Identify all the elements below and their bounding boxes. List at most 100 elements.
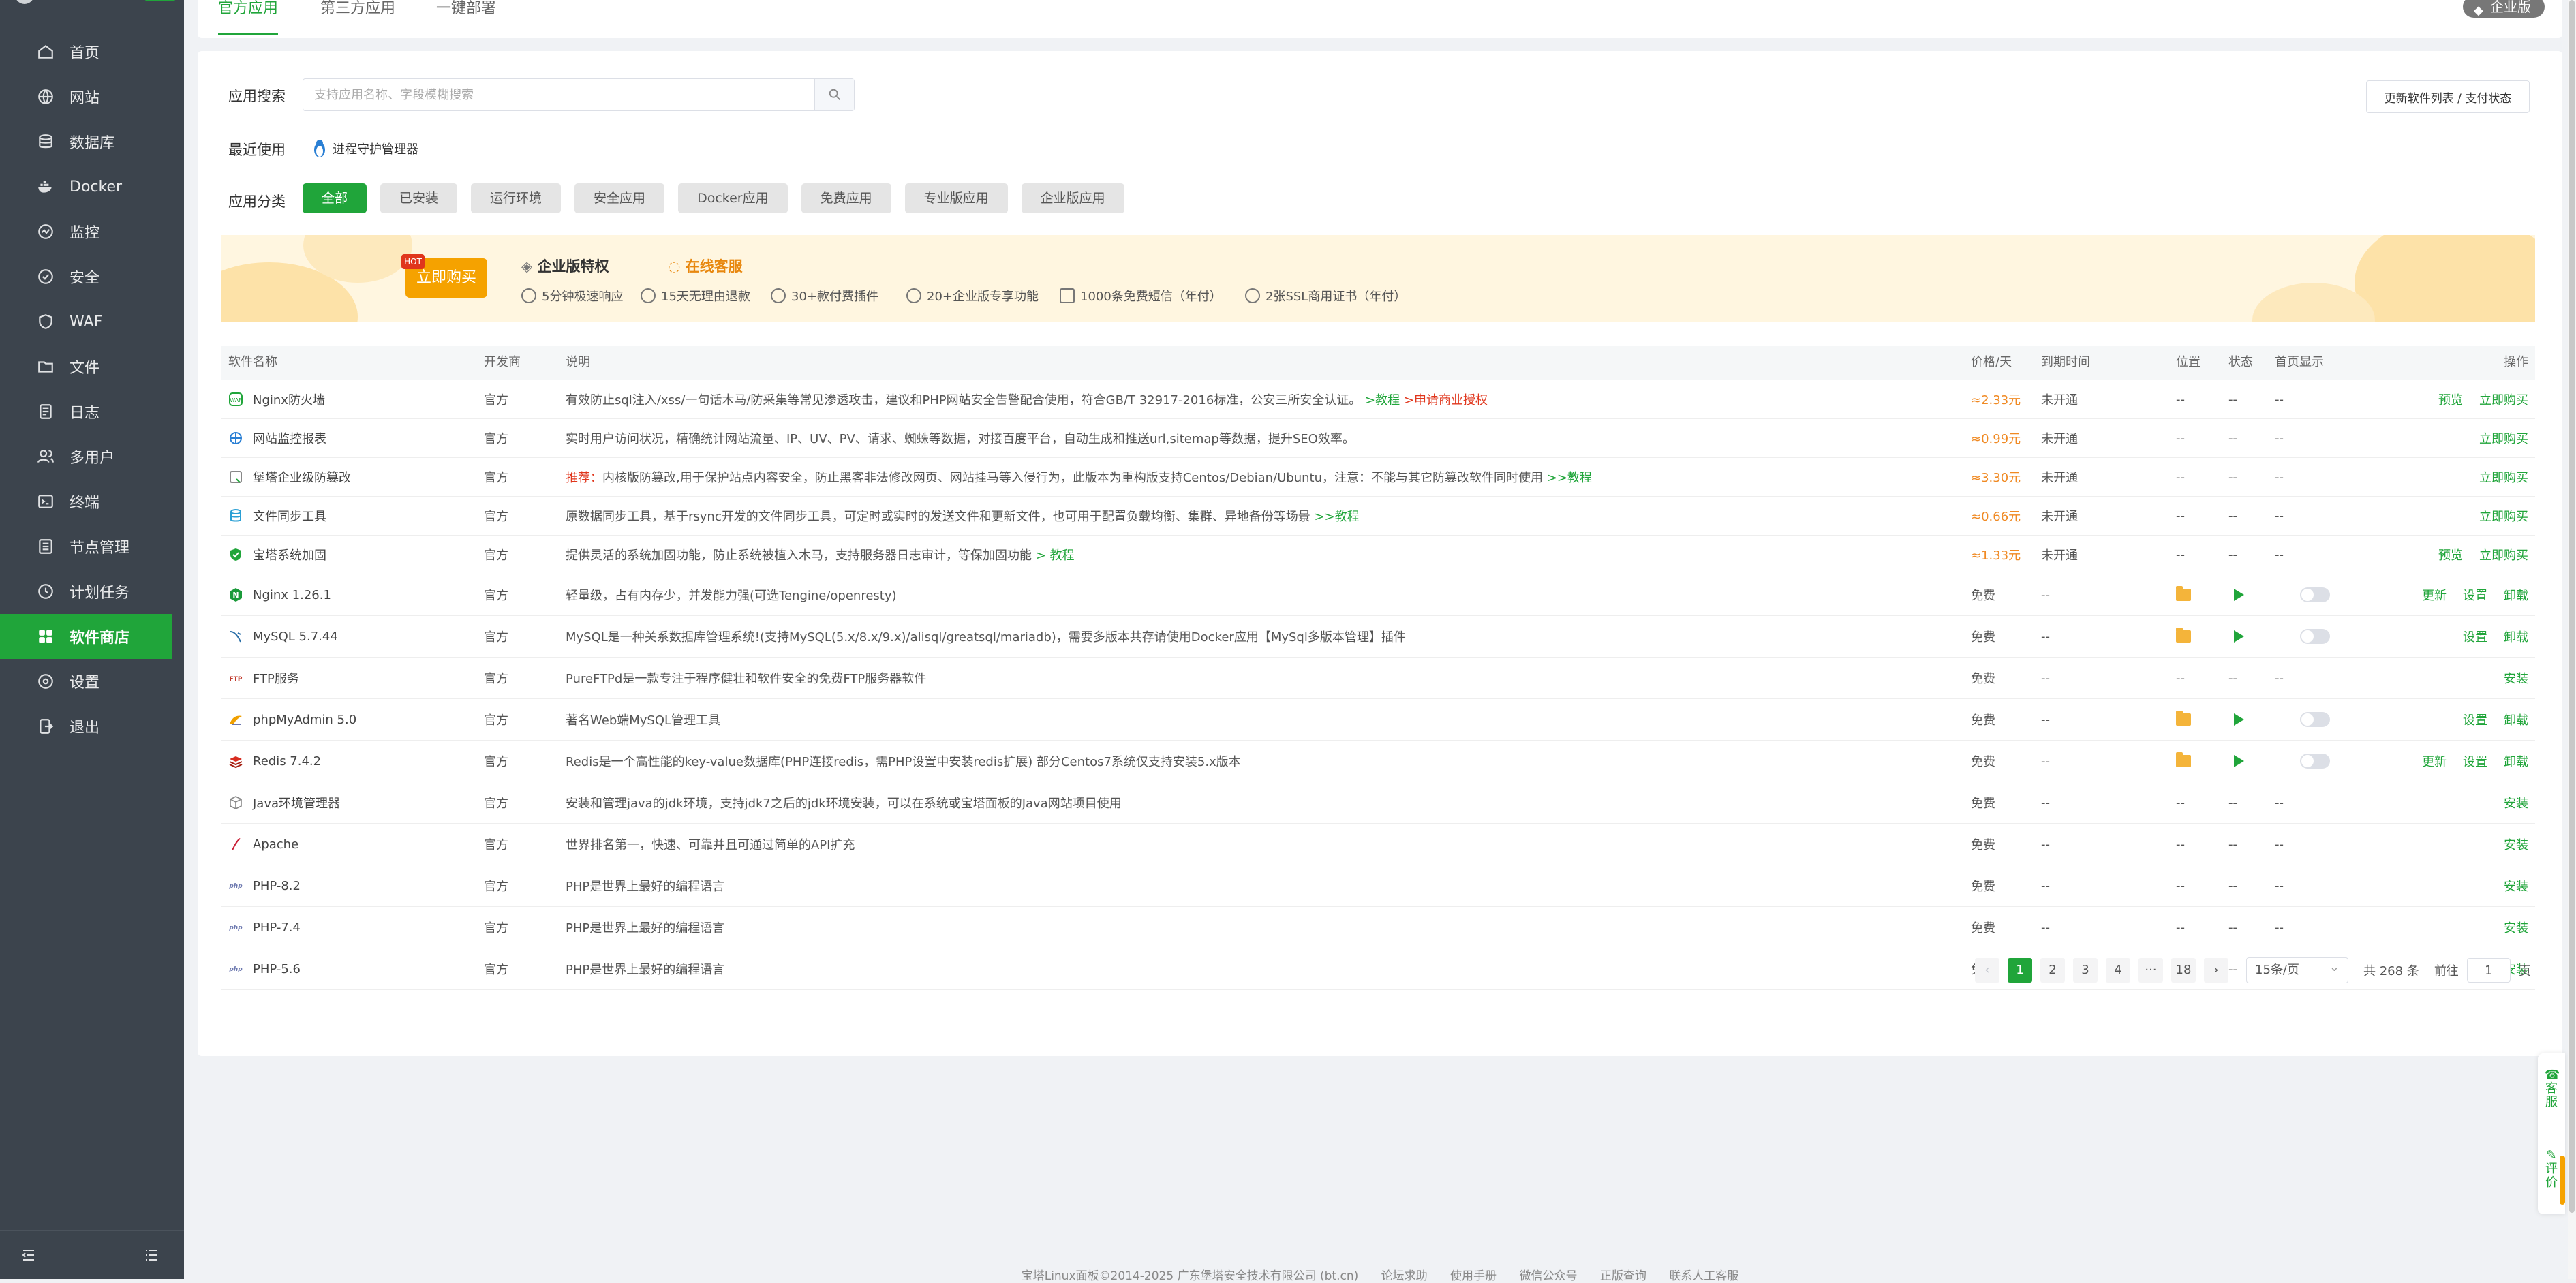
sidebar-item-docker[interactable]: Docker bbox=[0, 164, 184, 209]
sidebar-item-database[interactable]: 数据库 bbox=[0, 119, 184, 164]
page-button[interactable]: 1 bbox=[2008, 958, 2032, 983]
update-software-list-button[interactable]: 更新软件列表 / 支付状态 bbox=[2366, 80, 2530, 113]
collapse-menu-icon[interactable] bbox=[20, 1247, 37, 1263]
customer-service-button[interactable]: ☎ 客服 bbox=[2545, 1068, 2560, 1109]
install-button[interactable]: 安装 bbox=[2504, 877, 2528, 895]
page-scrollbar[interactable] bbox=[2568, 0, 2576, 1279]
settings-button[interactable]: 设置 bbox=[2463, 711, 2487, 728]
app-name[interactable]: php PHP-7.4 bbox=[228, 907, 301, 948]
tutorial-link[interactable]: > 教程 bbox=[1036, 546, 1075, 563]
buy-button[interactable]: 立即购买 bbox=[2479, 468, 2528, 486]
category-all[interactable]: 全部 bbox=[303, 183, 367, 213]
running-status[interactable] bbox=[2234, 699, 2244, 740]
app-name[interactable]: WAF Nginx防火墙 bbox=[228, 380, 325, 418]
sidebar-item-terminal[interactable]: 终端 bbox=[0, 479, 184, 524]
online-service-link[interactable]: ◌ 在线客服 bbox=[668, 256, 743, 276]
running-status[interactable] bbox=[2234, 616, 2244, 657]
update-button[interactable]: 更新 bbox=[2422, 752, 2447, 770]
recent-app-item[interactable]: 进程守护管理器 bbox=[312, 138, 418, 159]
app-name[interactable]: 网站监控报表 bbox=[228, 419, 326, 457]
tab-one-click-deploy[interactable]: 一键部署 bbox=[436, 0, 496, 18]
page-button[interactable]: 3 bbox=[2073, 958, 2098, 983]
uninstall-button[interactable]: 卸载 bbox=[2504, 752, 2528, 770]
sidebar-item-nodes[interactable]: 节点管理 bbox=[0, 524, 184, 569]
app-name[interactable]: MySQL 5.7.44 bbox=[228, 616, 338, 657]
category-pro[interactable]: 专业版应用 bbox=[904, 183, 1008, 213]
settings-button[interactable]: 设置 bbox=[2463, 628, 2487, 645]
page-button[interactable]: 2 bbox=[2040, 958, 2065, 983]
uninstall-button[interactable]: 卸载 bbox=[2504, 711, 2528, 728]
buy-button[interactable]: 立即购买 bbox=[2479, 390, 2528, 408]
category-runtime[interactable]: 运行环境 bbox=[471, 183, 562, 213]
buy-button[interactable]: 立即购买 bbox=[2479, 507, 2528, 525]
sidebar-item-website[interactable]: 网站 bbox=[0, 74, 184, 119]
page-button[interactable]: 4 bbox=[2106, 958, 2130, 983]
preview-button[interactable]: 预览 bbox=[2438, 390, 2463, 408]
page-size-select[interactable]: 15条/页 bbox=[2246, 955, 2348, 983]
scrollbar-thumb[interactable] bbox=[2569, 0, 2575, 1213]
sidebar-item-home[interactable]: 首页 bbox=[0, 29, 184, 74]
buy-button[interactable]: 立即购买 bbox=[2479, 546, 2528, 563]
list-menu-icon[interactable] bbox=[143, 1247, 159, 1263]
app-name[interactable]: php PHP-5.6 bbox=[228, 948, 301, 989]
contact-link[interactable]: 联系人工客服 bbox=[1669, 1269, 1738, 1283]
tutorial-link[interactable]: >>教程 bbox=[1314, 507, 1359, 525]
preview-button[interactable]: 预览 bbox=[2438, 546, 2463, 563]
running-status[interactable] bbox=[2234, 574, 2244, 615]
manual-link[interactable]: 使用手册 bbox=[1450, 1269, 1497, 1283]
app-name[interactable]: php PHP-8.2 bbox=[228, 865, 301, 906]
app-name[interactable]: phpMyAdmin 5.0 bbox=[228, 699, 356, 740]
sidebar-item-files[interactable]: 文件 bbox=[0, 344, 184, 389]
search-button[interactable] bbox=[814, 79, 854, 110]
page-ellipsis[interactable]: ··· bbox=[2138, 958, 2163, 983]
sidebar-item-store[interactable]: 软件商店 bbox=[0, 614, 184, 659]
sidebar-item-waf[interactable]: WAF bbox=[0, 299, 184, 344]
open-folder-button[interactable] bbox=[2176, 699, 2191, 740]
review-button[interactable]: ✎ 评价 bbox=[2545, 1149, 2558, 1190]
tutorial-link[interactable]: >教程 bbox=[1365, 390, 1400, 408]
open-folder-button[interactable] bbox=[2176, 616, 2191, 657]
app-name[interactable]: 堡塔企业级防篡改 bbox=[228, 458, 351, 496]
home-display-toggle[interactable] bbox=[2300, 741, 2330, 782]
buy-button[interactable]: 立即购买 bbox=[2479, 429, 2528, 447]
running-status[interactable] bbox=[2234, 741, 2244, 782]
sidebar-item-logs[interactable]: 日志 bbox=[0, 389, 184, 434]
wechat-link[interactable]: 微信公众号 bbox=[1519, 1269, 1577, 1283]
home-display-toggle[interactable] bbox=[2300, 574, 2330, 615]
app-name[interactable]: Apache bbox=[228, 824, 298, 865]
home-display-toggle[interactable] bbox=[2300, 699, 2330, 740]
sidebar-item-monitor[interactable]: 监控 bbox=[0, 209, 184, 254]
open-folder-button[interactable] bbox=[2176, 741, 2191, 782]
install-button[interactable]: 安装 bbox=[2504, 669, 2528, 687]
category-free[interactable]: 免费应用 bbox=[801, 183, 891, 213]
category-enterprise[interactable]: 企业版应用 bbox=[1021, 183, 1124, 213]
category-docker[interactable]: Docker应用 bbox=[678, 183, 788, 213]
uninstall-button[interactable]: 卸载 bbox=[2504, 628, 2528, 645]
home-display-toggle[interactable] bbox=[2300, 616, 2330, 657]
category-installed[interactable]: 已安装 bbox=[380, 183, 458, 213]
commercial-license-link[interactable]: >申请商业授权 bbox=[1404, 390, 1488, 408]
sidebar-item-users[interactable]: 多用户 bbox=[0, 434, 184, 479]
settings-button[interactable]: 设置 bbox=[2463, 752, 2487, 770]
app-name[interactable]: FTP FTP服务 bbox=[228, 658, 299, 698]
settings-button[interactable]: 设置 bbox=[2463, 586, 2487, 604]
enterprise-badge[interactable]: ◆ 企业版 bbox=[2463, 0, 2545, 18]
tab-official[interactable]: 官方应用 bbox=[218, 0, 279, 35]
install-button[interactable]: 安装 bbox=[2504, 794, 2528, 811]
tab-third-party[interactable]: 第三方应用 bbox=[320, 0, 395, 18]
update-button[interactable]: 更新 bbox=[2422, 586, 2447, 604]
sidebar-item-logout[interactable]: 退出 bbox=[0, 704, 184, 749]
app-name[interactable]: 宝塔系统加固 bbox=[228, 536, 326, 574]
goto-page-input[interactable] bbox=[2466, 958, 2511, 983]
sidebar-item-cron[interactable]: 计划任务 bbox=[0, 569, 184, 614]
page-button[interactable]: 18 bbox=[2171, 958, 2196, 983]
open-folder-button[interactable] bbox=[2176, 574, 2191, 615]
sidebar-item-settings[interactable]: 设置 bbox=[0, 659, 184, 704]
app-name[interactable]: Redis 7.4.2 bbox=[228, 741, 321, 782]
app-name[interactable]: N Nginx 1.26.1 bbox=[228, 574, 331, 615]
install-button[interactable]: 安装 bbox=[2504, 835, 2528, 853]
uninstall-button[interactable]: 卸载 bbox=[2504, 586, 2528, 604]
sidebar-item-security[interactable]: 安全 bbox=[0, 254, 184, 299]
next-page-button[interactable]: › bbox=[2204, 958, 2228, 983]
forum-link[interactable]: 论坛求助 bbox=[1381, 1269, 1428, 1283]
